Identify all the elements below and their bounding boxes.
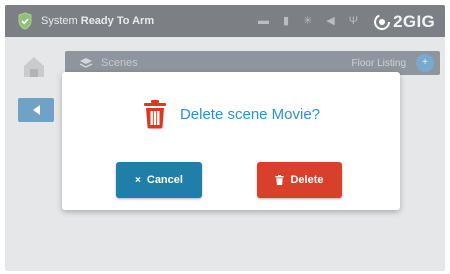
back-arrow-icon (33, 105, 40, 115)
floor-listing-button[interactable]: + (416, 54, 434, 72)
cancel-label: Cancel (146, 174, 183, 186)
status-bar: System Ready To Arm ▬ ▮ ✳ ◀ Ψ 2GIG (5, 5, 445, 37)
trash-small-icon (275, 175, 284, 185)
speaker-icon[interactable]: ◀ (326, 14, 334, 28)
brand-name: 2GIG (393, 12, 435, 31)
shield-check-icon (18, 12, 32, 30)
status-prefix: System (41, 15, 78, 27)
cancel-button[interactable]: × Cancel (116, 162, 202, 198)
delete-scene-dialog: Delete scene Movie? × Cancel Delete (62, 72, 400, 210)
floor-listing-label: Floor Listing (351, 57, 406, 69)
sun-icon[interactable]: ✳ (303, 14, 312, 28)
home-icon[interactable] (20, 52, 48, 80)
close-icon: × (135, 174, 141, 186)
status-icons: ▬ ▮ ✳ ◀ Ψ (258, 14, 358, 28)
scenes-icon (79, 58, 93, 68)
trash-icon (143, 100, 166, 129)
back-button[interactable] (18, 98, 54, 122)
status-state: Ready To Arm (80, 15, 155, 27)
monitor-icon[interactable]: ▬ (258, 14, 269, 28)
antenna-icon[interactable]: Ψ (349, 14, 358, 28)
brand-logo: 2GIG (373, 12, 435, 32)
brand-swirl-icon (374, 14, 391, 30)
phone-icon[interactable]: ▮ (283, 14, 289, 28)
dialog-question: Delete scene Movie? (179, 105, 321, 123)
dialog-header: Delete scene Movie? (62, 99, 400, 129)
delete-button[interactable]: Delete (257, 162, 342, 198)
system-status: System Ready To Arm (41, 15, 154, 27)
scenes-label: Scenes (101, 57, 138, 69)
delete-label: Delete (290, 174, 324, 186)
